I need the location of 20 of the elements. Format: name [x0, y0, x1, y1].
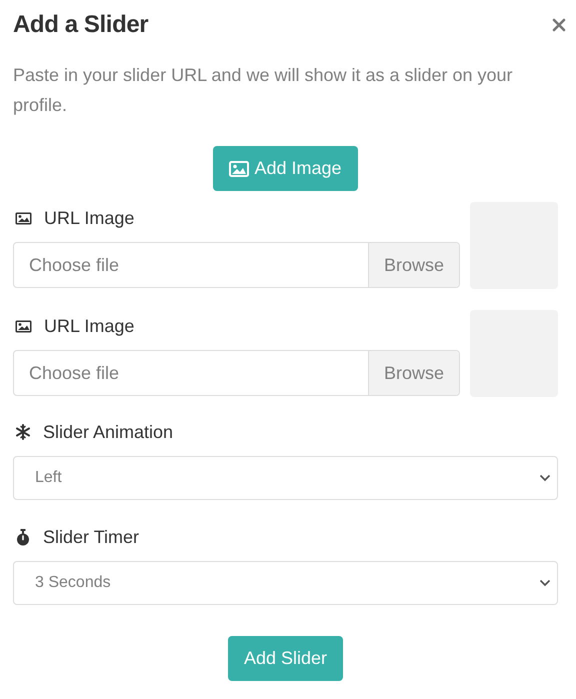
- description-text: Paste in your slider URL and we will show it as a slider on your profile.: [13, 64, 514, 117]
- add-image-button[interactable]: Add Image: [213, 146, 358, 191]
- chevron-down-icon: [539, 474, 551, 482]
- dropdown-select[interactable]: 3 Seconds: [13, 561, 558, 605]
- stopwatch-icon: [15, 528, 31, 546]
- file-input[interactable]: Choose file Browse: [13, 242, 460, 288]
- field-label: URL Image: [44, 316, 134, 336]
- field-label: Slider Animation: [43, 422, 174, 442]
- image-icon: [15, 212, 32, 224]
- image-icon: [229, 160, 250, 176]
- dialog-title: Add a Slider: [13, 11, 148, 39]
- snowflake-icon: [15, 424, 31, 440]
- field-label: URL Image: [44, 208, 134, 228]
- field-label: Slider Timer: [43, 526, 140, 548]
- add-slider-button[interactable]: Add Slider: [228, 636, 344, 681]
- image-icon: [15, 320, 32, 332]
- chevron-down-icon: [539, 579, 551, 587]
- file-input[interactable]: Choose file Browse: [13, 350, 460, 396]
- dropdown-select[interactable]: Left: [13, 456, 558, 500]
- close-icon[interactable]: [552, 18, 566, 32]
